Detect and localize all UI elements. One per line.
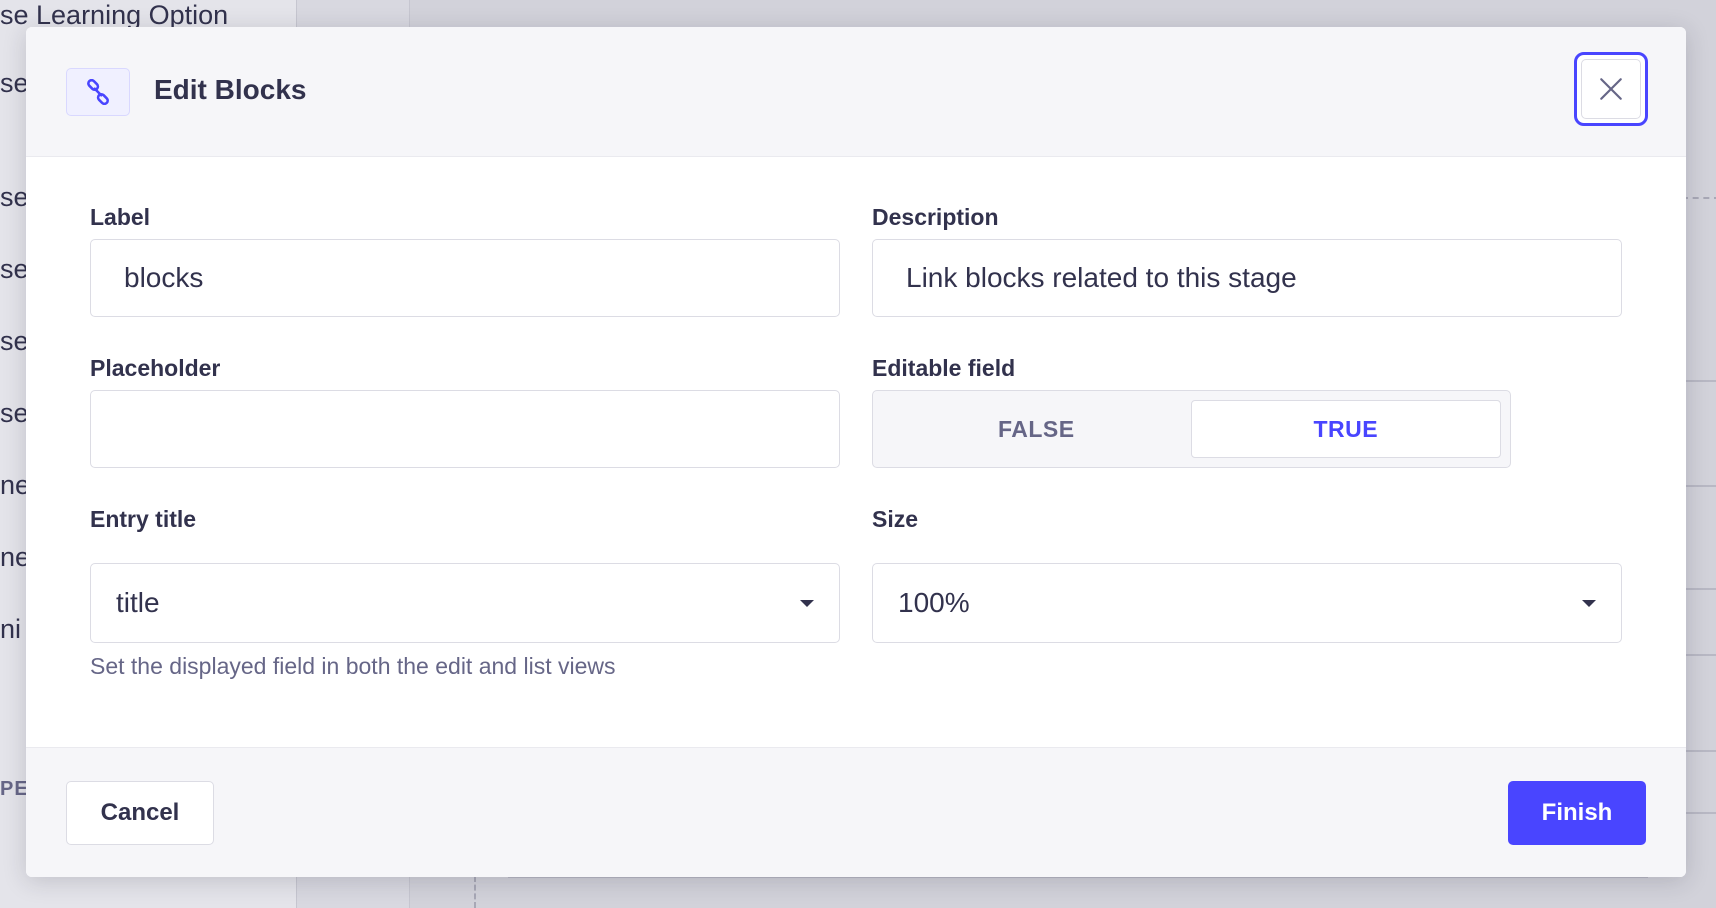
label-field-label: Label (90, 204, 151, 230)
chevron-down-icon (800, 599, 814, 607)
size-field-label: Size (872, 506, 919, 532)
modal-header: Edit Blocks (26, 27, 1686, 157)
description-field-label: Description (872, 204, 999, 230)
close-button[interactable] (1574, 52, 1648, 126)
placeholder-input[interactable] (90, 390, 840, 468)
entry-title-field-label: Entry title (90, 506, 197, 532)
sidebar-item[interactable]: se (0, 182, 29, 213)
finish-button[interactable]: Finish (1508, 781, 1646, 845)
edit-blocks-modal: Edit Blocks Label Description Placeholde… (26, 27, 1686, 877)
description-input[interactable] (872, 239, 1622, 317)
sidebar-item[interactable]: se (0, 326, 29, 357)
modal-title: Edit Blocks (154, 74, 307, 105)
size-value: 100% (898, 587, 970, 618)
background-divider (474, 876, 476, 908)
cancel-button[interactable]: Cancel (66, 781, 214, 845)
editable-toggle: FALSE TRUE (872, 390, 1511, 468)
sidebar-item[interactable]: ni (0, 614, 21, 645)
close-icon (1581, 59, 1641, 119)
label-input[interactable] (90, 239, 840, 317)
toggle-option-false[interactable]: FALSE (882, 400, 1191, 458)
size-select[interactable]: 100% (872, 563, 1622, 643)
sidebar-item[interactable]: se (0, 398, 29, 429)
sidebar-section-heading: PE (0, 778, 29, 800)
placeholder-field-label: Placeholder (90, 355, 221, 381)
chevron-down-icon (1582, 599, 1596, 607)
sidebar-item[interactable]: se (0, 68, 29, 99)
entry-title-hint: Set the displayed field in both the edit… (90, 653, 616, 679)
entry-title-value: title (116, 587, 160, 618)
link-icon (66, 68, 130, 116)
entry-title-select[interactable]: title (90, 563, 840, 643)
toggle-option-true[interactable]: TRUE (1190, 400, 1501, 458)
sidebar-item[interactable]: se (0, 254, 29, 285)
modal-footer: Cancel Finish (26, 747, 1686, 877)
editable-field-label: Editable field (872, 355, 1016, 381)
